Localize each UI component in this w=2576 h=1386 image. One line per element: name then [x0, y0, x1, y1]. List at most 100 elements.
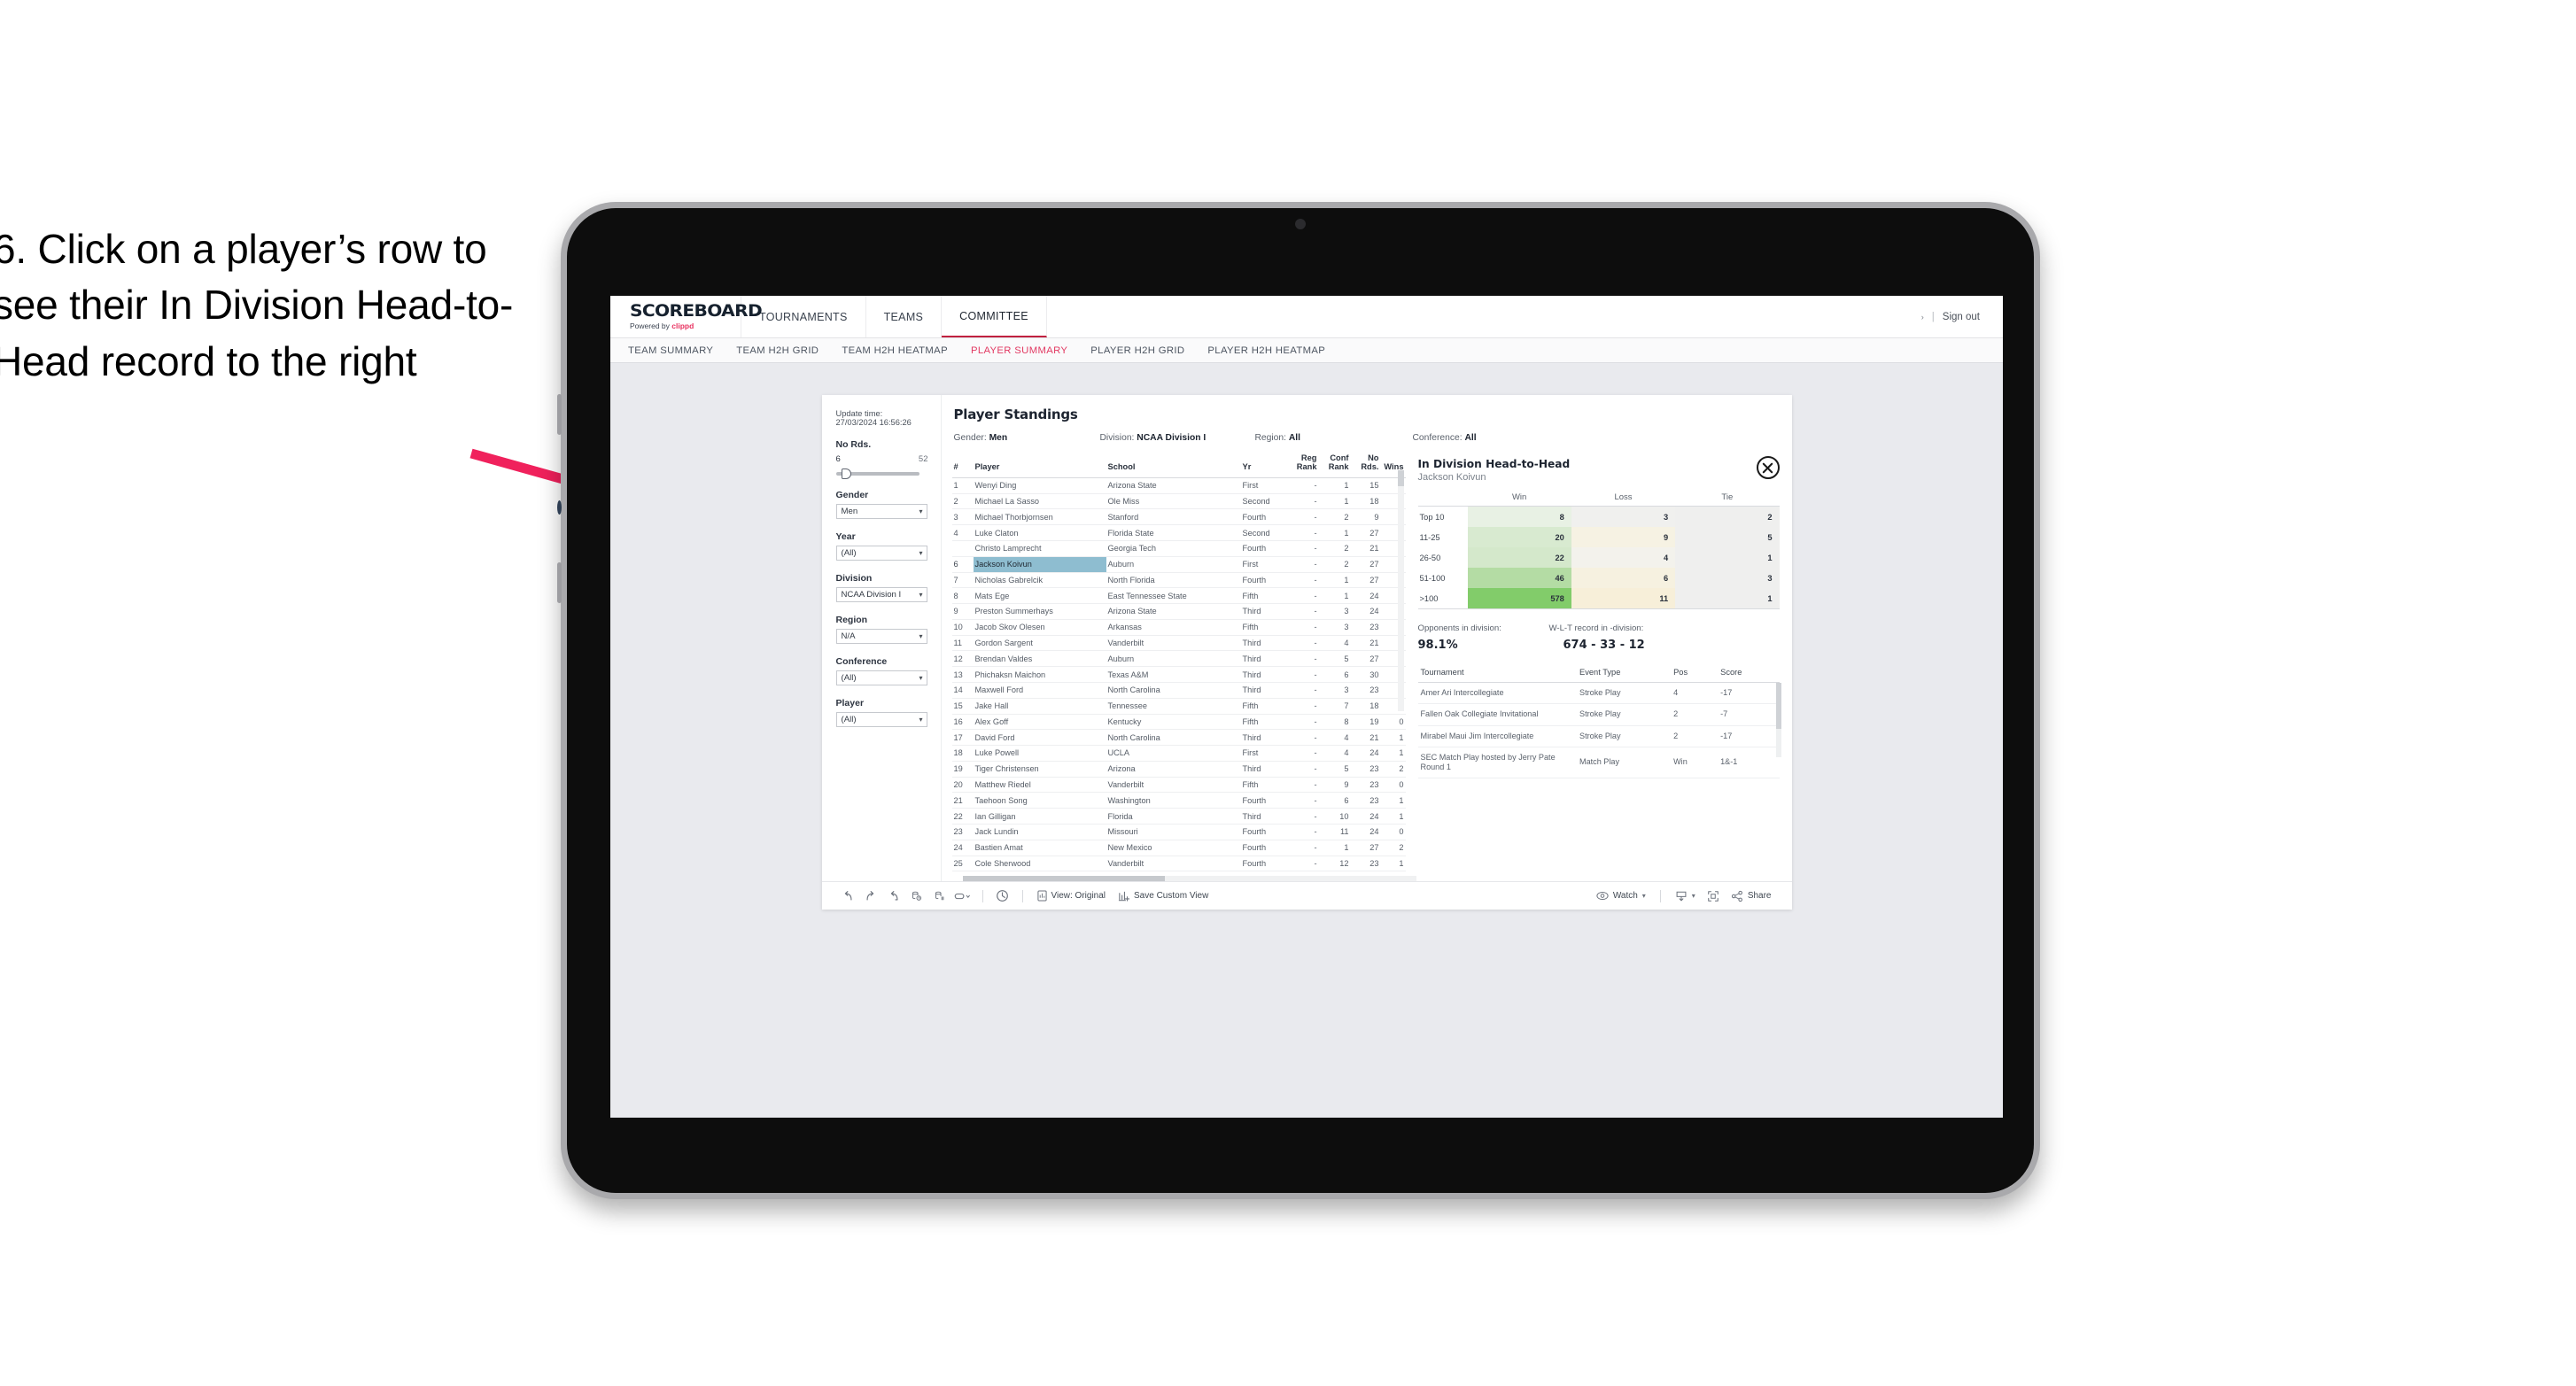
- table-row[interactable]: 11Gordon SargentVanderbiltThird-4210: [951, 635, 1406, 652]
- history-icon[interactable]: [991, 889, 1014, 902]
- tournament-row[interactable]: Fallen Oak Collegiate Invitational Stroke…: [1417, 703, 1780, 726]
- filter-region-select[interactable]: N/A ▾: [835, 629, 927, 644]
- table-row[interactable]: 4Luke ClatonFlorida StateSecond-1272: [951, 524, 1406, 541]
- undo-icon[interactable]: [836, 890, 859, 902]
- tab-player-h2h-heatmap[interactable]: PLAYER H2H HEATMAP: [1207, 345, 1325, 356]
- tab-team-summary[interactable]: TEAM SUMMARY: [628, 345, 713, 356]
- slider-handle[interactable]: [841, 468, 851, 479]
- stat-opponents-value: 98.1%: [1417, 639, 1458, 652]
- filter-conference-select[interactable]: (All) ▾: [835, 670, 927, 685]
- filter-gender: Gender Men ▾: [835, 490, 928, 519]
- table-row[interactable]: 22 Ian Gilligan Florida Third -10 24 1: [951, 808, 1406, 825]
- table-row[interactable]: 9 Preston Summerhays Arizona State Third -3 2…: [951, 603, 1406, 620]
- tab-team-h2h-grid[interactable]: TEAM H2H GRID: [736, 345, 819, 356]
- table-row[interactable]: 2Michael La SassoOle MissSecond-1180: [951, 493, 1406, 510]
- cell-rank: 14: [951, 682, 974, 699]
- table-row[interactable]: 10Jacob Skov OlesenArkansasFifth-3230: [951, 619, 1406, 636]
- tab-team-h2h-heatmap[interactable]: TEAM H2H HEATMAP: [842, 345, 948, 356]
- revert-icon[interactable]: [882, 890, 905, 902]
- table-row[interactable]: 20 Matthew Riedel Vanderbilt Fifth -9 23 0: [951, 777, 1406, 794]
- account-caret-icon[interactable]: ›: [1921, 313, 1924, 321]
- download-button[interactable]: ▾: [1669, 890, 1702, 902]
- no-rounds-slider[interactable]: [835, 468, 919, 479]
- volume-up-button[interactable]: [557, 394, 562, 435]
- col-player[interactable]: Player: [973, 451, 1106, 478]
- close-icon[interactable]: [1756, 456, 1780, 479]
- share-button[interactable]: Share: [1725, 890, 1778, 902]
- col-no-rds[interactable]: No Rds.: [1350, 451, 1381, 478]
- shape-dropdown-icon[interactable]: [951, 890, 974, 902]
- cell-year: First: [1240, 556, 1287, 573]
- table-row[interactable]: 23 Jack Lundin Missouri Fourth -11 24 0: [951, 824, 1406, 840]
- refresh-data-icon[interactable]: [905, 890, 928, 902]
- cell-school: Vanderbilt: [1106, 856, 1241, 872]
- fullscreen-icon[interactable]: [1702, 890, 1725, 902]
- tournament-scrollbar[interactable]: [1775, 683, 1781, 757]
- cell-player: Michael La Sasso: [973, 493, 1106, 510]
- filter-player-select[interactable]: (All) ▾: [835, 712, 927, 727]
- col-score[interactable]: Score: [1718, 663, 1780, 683]
- sign-out-link[interactable]: Sign out: [1943, 312, 1980, 322]
- col-tournament[interactable]: Tournament: [1417, 663, 1578, 683]
- table-row[interactable]: 3Michael ThorbjornsenStanfordFourth-291: [951, 508, 1406, 526]
- table-row[interactable]: 19 Tiger Christensen Arizona Third -5 23 2: [951, 761, 1406, 778]
- app-logo[interactable]: SCOREBOARD Powered by clippd: [610, 296, 763, 337]
- table-row[interactable]: 24 Bastien Amat New Mexico Fourth -1 27 2: [951, 840, 1406, 856]
- cell-rank: 1: [951, 477, 974, 494]
- table-row[interactable]: 7 Nicholas Gabrelcik North Florida Fourth -1…: [951, 572, 1406, 589]
- table-row[interactable]: 15Jake HallTennesseeFifth-7180: [951, 698, 1406, 715]
- table-row[interactable]: 6Jackson KoivunAuburnFirst-2271: [951, 556, 1406, 573]
- save-custom-view-button[interactable]: Save Custom View: [1112, 890, 1214, 902]
- cell-no-rds: 9: [1350, 508, 1381, 526]
- table-row[interactable]: 21 Taehoon Song Washington Fourth -6 23 1: [951, 792, 1406, 809]
- cell-no-rds: 27: [1350, 524, 1381, 541]
- table-row[interactable]: 18 Luke Powell UCLA First -4 24 1: [951, 745, 1406, 762]
- standings-horizontal-scrollbar[interactable]: [962, 876, 1416, 882]
- table-row[interactable]: 8Mats EgeEast Tennessee StateFifth-1242: [951, 587, 1406, 605]
- redo-icon[interactable]: [859, 890, 882, 902]
- nav-committee[interactable]: COMMITTEE: [942, 296, 1047, 337]
- cell-reg-rank: -: [1286, 698, 1319, 715]
- cell-player: Jake Hall: [973, 698, 1106, 715]
- filter-region-label: Region: [835, 615, 868, 625]
- cell-rank: 13: [951, 666, 974, 683]
- tab-player-h2h-grid[interactable]: PLAYER H2H GRID: [1090, 345, 1184, 356]
- col-school[interactable]: School: [1106, 451, 1241, 478]
- table-row[interactable]: 14Maxwell FordNorth CarolinaThird-3230: [951, 682, 1406, 699]
- tournament-row[interactable]: Amer Ari Intercollegiate Stroke Play 4 -17: [1417, 682, 1780, 705]
- view-original-button[interactable]: View: Original: [1031, 890, 1113, 902]
- table-row[interactable]: 13Phichaksn MaichonTexas A&MThird-6301: [951, 666, 1406, 683]
- col-event-type[interactable]: Event Type: [1577, 663, 1672, 683]
- standings-vertical-scrollbar[interactable]: [1397, 470, 1404, 711]
- cell-school: East Tennessee State: [1106, 587, 1241, 605]
- col-year[interactable]: Yr: [1240, 451, 1287, 478]
- pause-updates-icon[interactable]: [928, 890, 951, 902]
- cell-conf-rank: 6: [1318, 792, 1351, 809]
- col-rank[interactable]: #: [951, 451, 974, 478]
- tournament-row[interactable]: SEC Match Play hosted by Jerry Pate Roun…: [1417, 747, 1780, 779]
- nav-teams[interactable]: TEAMS: [866, 296, 943, 337]
- tournament-row[interactable]: Mirabel Maui Jim Intercollegiate Stroke P…: [1417, 725, 1780, 747]
- volume-down-button[interactable]: [557, 562, 562, 603]
- col-reg-rank[interactable]: Reg Rank: [1286, 451, 1319, 478]
- cell-school: Arizona: [1106, 761, 1241, 778]
- table-row[interactable]: 1Wenyi DingArizona StateFirst-1151: [951, 477, 1406, 494]
- table-row[interactable]: Christo LamprechtGeorgia TechFourth-2212: [951, 540, 1406, 557]
- cell-reg-rank: -: [1286, 493, 1319, 510]
- watch-button[interactable]: Watch ▾: [1590, 891, 1652, 901]
- table-row[interactable]: 17 David Ford North Carolina Third -4 21 1: [951, 729, 1406, 747]
- table-row[interactable]: 16 Alex Goff Kentucky Fifth -8 19 0: [951, 714, 1406, 731]
- cell-conf-rank: 8: [1318, 714, 1351, 731]
- cell-no-rds: 24: [1350, 603, 1381, 620]
- cell-rank: 19: [951, 761, 974, 778]
- cell-year: Fourth: [1240, 508, 1287, 526]
- table-row[interactable]: 25 Cole Sherwood Vanderbilt Fourth -12 23 1: [951, 856, 1406, 872]
- table-row[interactable]: 12Brendan ValdesAuburnThird-5270: [951, 650, 1406, 668]
- tab-player-summary[interactable]: PLAYER SUMMARY: [971, 345, 1067, 356]
- col-pos[interactable]: Pos: [1671, 663, 1719, 683]
- col-conf-rank[interactable]: Conf Rank: [1318, 451, 1351, 478]
- filter-year-select[interactable]: (All) ▾: [835, 546, 927, 561]
- cell-player: Matthew Riedel: [973, 777, 1106, 794]
- filter-gender-select[interactable]: Men ▾: [835, 504, 927, 519]
- filter-division-select[interactable]: NCAA Division I ▾: [835, 587, 927, 602]
